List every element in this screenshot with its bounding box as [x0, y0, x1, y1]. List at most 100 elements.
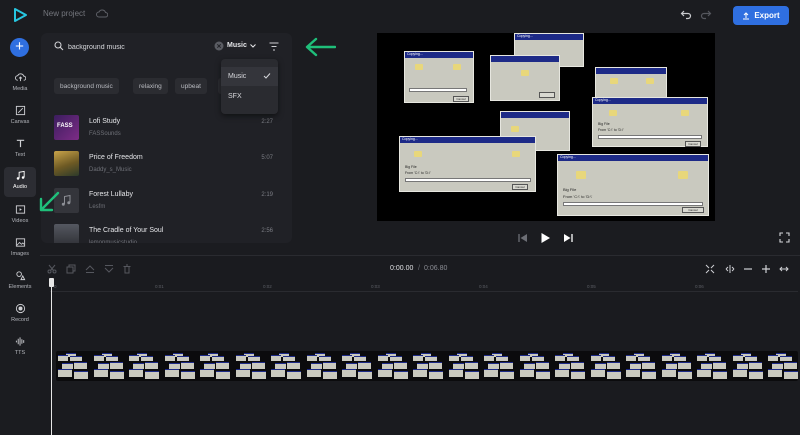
frame-dialog-shape [748, 371, 763, 379]
dropdown-option-sfx[interactable]: SFX [221, 87, 278, 106]
dialog-from: From 'C:\' to 'D:\' [405, 171, 431, 175]
send-backward-icon[interactable] [104, 264, 114, 274]
search-box[interactable] [50, 39, 224, 55]
frame-dialog-shape [567, 356, 579, 361]
track-item[interactable]: Price of Freedom Daddy_s_Music 5:07 [54, 151, 279, 179]
clip-frame-thumbnail [198, 352, 230, 380]
frame-dialog-shape [555, 355, 565, 361]
delete-icon[interactable] [122, 264, 132, 274]
play-icon[interactable] [539, 232, 551, 244]
track-artist: lemonmusicstudio [89, 240, 138, 243]
frame-dialog-shape [109, 362, 123, 369]
sidebar-item-images[interactable]: Images [4, 234, 36, 264]
copy-dialog-image: Copying... Big File From 'C:\' to 'D:\' … [592, 97, 708, 147]
frame-dialog-shape [358, 371, 372, 379]
track-artist: Daddy_s_Music [89, 167, 132, 173]
frame-dialog-shape [784, 362, 797, 369]
video-clip-track[interactable] [56, 351, 798, 381]
sidebar-item-label: Elements [8, 284, 32, 290]
frame-dialog-shape [464, 362, 478, 369]
split-view-icon[interactable] [725, 264, 735, 274]
search-input[interactable] [68, 39, 198, 55]
track-thumbnail [54, 224, 79, 243]
frame-dialog-shape [283, 356, 295, 361]
bring-forward-icon[interactable] [85, 264, 95, 274]
zoom-out-icon[interactable] [743, 264, 753, 274]
add-media-button[interactable]: + [10, 38, 29, 57]
search-icon [54, 41, 64, 51]
frame-dialog-shape [709, 356, 721, 361]
frame-dialog-shape [780, 356, 792, 361]
scissors-icon[interactable] [47, 264, 57, 274]
fit-timeline-icon[interactable] [705, 264, 715, 274]
track-title: Price of Freedom [89, 154, 143, 161]
tick-label: 0:03 [371, 284, 380, 289]
chip-relaxing[interactable]: relaxing [133, 78, 168, 94]
frame-dialog-shape [216, 362, 229, 369]
skip-forward-icon[interactable] [562, 232, 574, 244]
redo-icon[interactable] [700, 8, 712, 20]
time-ruler[interactable]: 0 0:01 0:02 0:03 0:04 0:05 0:06 [50, 282, 798, 292]
sidebar-item-elements[interactable]: Elements [4, 267, 36, 297]
track-item[interactable]: The Cradle of Your Soul lemonmusicstudio… [54, 224, 279, 243]
video-preview[interactable]: Copying... Copying... Cancel Copying... … [377, 33, 715, 221]
sidebar-item-text[interactable]: Text [4, 135, 36, 165]
frame-dialog-shape [555, 369, 569, 377]
frame-dialog-shape [393, 371, 408, 379]
chevron-down-icon [249, 43, 256, 48]
playhead[interactable] [51, 280, 52, 435]
frame-dialog-shape [271, 355, 281, 361]
chip-background-music[interactable]: background music [54, 78, 119, 94]
left-sidebar: + Media Canvas Text Audio Videos Images … [0, 30, 40, 435]
tick-label: 0:06 [695, 284, 704, 289]
frame-dialog-shape [784, 371, 798, 379]
clip-frame-thumbnail [376, 352, 408, 380]
track-title: Lofi Study [89, 118, 121, 125]
sidebar-item-record[interactable]: Record [4, 300, 36, 330]
duplicate-icon[interactable] [66, 264, 76, 274]
expand-timeline-icon[interactable] [779, 264, 789, 274]
app-logo-icon[interactable] [12, 7, 28, 23]
frame-dialog-shape [500, 362, 513, 369]
frame-dialog-shape [287, 362, 300, 369]
text-icon [16, 139, 24, 148]
frame-dialog-shape [413, 355, 423, 361]
sidebar-item-videos[interactable]: Videos [4, 201, 36, 231]
project-title[interactable]: New project [43, 9, 85, 18]
skip-back-icon[interactable] [517, 232, 529, 244]
sidebar-item-tts[interactable]: TTS [4, 333, 36, 363]
sidebar-item-media[interactable]: Media [4, 69, 36, 99]
audio-type-dropdown: Music SFX [221, 59, 278, 114]
chip-upbeat[interactable]: upbeat [175, 78, 207, 94]
export-button[interactable]: Export [733, 6, 789, 25]
frame-dialog-shape [642, 362, 655, 369]
dialog-from: From 'C:\' to 'D:\' [598, 128, 624, 132]
sidebar-item-audio[interactable]: Audio [4, 167, 36, 197]
clip-frame-thumbnail [766, 352, 798, 380]
dropdown-option-music[interactable]: Music [221, 67, 278, 86]
track-item[interactable]: Forest Lullaby Lesfm 2:19 [54, 188, 279, 216]
clear-search-icon[interactable] [214, 41, 224, 51]
copy-dialog-image: Copying... Big File From 'C:\' to 'D:\' … [557, 154, 709, 216]
frame-dialog-shape [642, 371, 656, 379]
copy-dialog-image: Copying... Cancel [404, 51, 474, 103]
track-duration: 2:56 [261, 228, 273, 234]
frame-dialog-shape [251, 371, 266, 379]
dialog-cancel: Cancel [512, 184, 528, 190]
filter-icon[interactable] [269, 42, 279, 51]
canvas-icon [15, 105, 25, 116]
audio-type-select[interactable]: Music [227, 42, 256, 49]
track-item[interactable]: FASS Lofi Study FASSounds 2:27 [54, 115, 279, 143]
playhead-handle[interactable] [49, 278, 54, 287]
frame-dialog-shape [519, 355, 530, 361]
fullscreen-icon[interactable] [779, 232, 790, 243]
zoom-in-icon[interactable] [761, 264, 771, 274]
sidebar-item-canvas[interactable]: Canvas [4, 102, 36, 132]
app-window: New project Export + Media Canvas Text A… [0, 0, 800, 435]
frame-dialog-shape [429, 362, 442, 369]
undo-icon[interactable] [680, 8, 692, 20]
frame-dialog-shape [176, 356, 189, 361]
clip-frame-thumbnail [92, 352, 124, 380]
frame-dialog-shape [105, 356, 118, 361]
music-note-icon [16, 170, 25, 180]
